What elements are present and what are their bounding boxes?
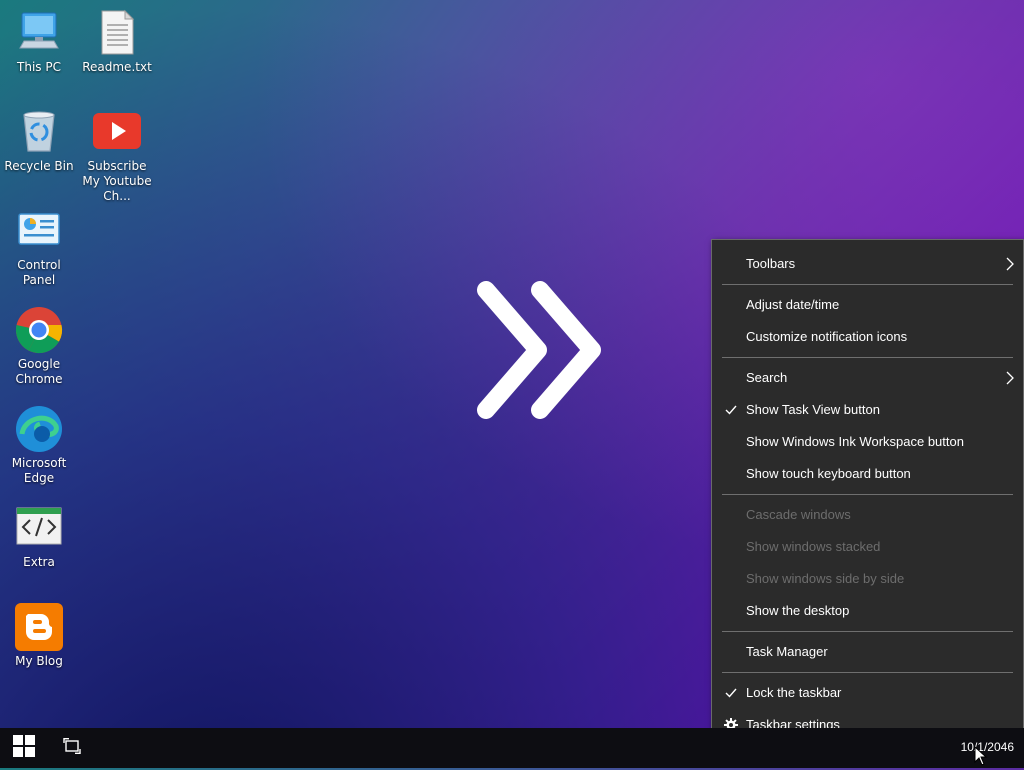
desktop-icon-readme[interactable]: Readme.txt	[78, 8, 156, 75]
menu-item-cascade-windows: Cascade windows	[712, 499, 1023, 531]
desktop-icon-label: Recycle Bin	[4, 159, 74, 173]
menu-item-label: Task Manager	[746, 644, 828, 659]
menu-separator	[722, 494, 1013, 495]
checkmark-icon	[724, 394, 738, 426]
menu-item-label: Show touch keyboard button	[746, 466, 911, 481]
desktop-icon-chrome[interactable]: Google Chrome	[0, 305, 78, 387]
menu-item-label: Cascade windows	[746, 507, 851, 522]
menu-item-task-manager[interactable]: Task Manager	[712, 636, 1023, 668]
windows-logo-icon	[13, 735, 35, 761]
taskbar-context-menu: Toolbars Adjust date/time Customize noti…	[711, 239, 1024, 749]
desktop-icon-edge[interactable]: Microsoft Edge	[0, 404, 78, 486]
youtube-icon	[92, 107, 142, 157]
menu-item-label: Show Windows Ink Workspace button	[746, 434, 964, 449]
menu-item-label: Show the desktop	[746, 603, 850, 618]
edge-icon	[14, 404, 64, 454]
menu-item-toolbars[interactable]: Toolbars	[712, 248, 1023, 280]
menu-item-adjust-date-time[interactable]: Adjust date/time	[712, 289, 1023, 321]
menu-item-show-windows-stacked: Show windows stacked	[712, 531, 1023, 563]
menu-item-label: Toolbars	[746, 256, 796, 271]
task-view-button[interactable]	[48, 728, 96, 768]
taskbar: 10/1/2046	[0, 728, 1024, 768]
desktop-icon-label: Control Panel	[17, 258, 61, 287]
desktop-icon-label: Microsoft Edge	[11, 456, 67, 485]
desktop-icon-extra[interactable]: Extra	[0, 503, 78, 570]
menu-separator	[722, 284, 1013, 285]
desktop-icon-label: My Blog	[15, 654, 63, 668]
recycle-bin-icon	[14, 107, 64, 157]
desktop-icon-this-pc[interactable]: This PC	[0, 8, 78, 75]
checkmark-icon	[724, 677, 738, 709]
menu-separator	[722, 631, 1013, 632]
control-panel-icon	[14, 206, 64, 256]
menu-item-show-windows-side-by-side: Show windows side by side	[712, 563, 1023, 595]
menu-separator	[722, 357, 1013, 358]
menu-item-lock-the-taskbar[interactable]: Lock the taskbar	[712, 677, 1023, 709]
text-file-icon	[92, 8, 142, 58]
code-icon	[14, 503, 64, 553]
chrome-icon	[14, 305, 64, 355]
desktop-icon-label: Google Chrome	[15, 357, 63, 386]
start-button[interactable]	[0, 728, 48, 768]
menu-item-label: Show windows side by side	[746, 571, 905, 586]
menu-item-customize-notification-icons[interactable]: Customize notification icons	[712, 321, 1023, 353]
mouse-cursor-icon	[974, 745, 988, 766]
menu-item-label: Show Task View button	[746, 402, 880, 417]
menu-item-search[interactable]: Search	[712, 362, 1023, 394]
desktop-icon-label: Readme.txt	[82, 60, 152, 74]
menu-item-show-windows-ink-workspace-button[interactable]: Show Windows Ink Workspace button	[712, 426, 1023, 458]
double-chevron-right-icon	[468, 280, 608, 420]
menu-item-label: Show windows stacked	[746, 539, 881, 554]
chevron-right-icon	[1005, 248, 1015, 280]
menu-item-show-task-view-button[interactable]: Show Task View button	[712, 394, 1023, 426]
desktop-icon-label: Extra	[23, 555, 55, 569]
task-view-icon	[63, 737, 81, 758]
blogger-icon	[14, 602, 64, 652]
menu-item-label: Adjust date/time	[746, 297, 840, 312]
menu-item-show-touch-keyboard-button[interactable]: Show touch keyboard button	[712, 458, 1023, 490]
menu-item-label: Search	[746, 370, 788, 385]
chevron-right-icon	[1005, 362, 1015, 394]
menu-item-label: Lock the taskbar	[746, 685, 842, 700]
desktop-icon-recycle-bin[interactable]: Recycle Bin	[0, 107, 78, 174]
menu-item-label: Customize notification icons	[746, 329, 908, 344]
desktop-icon-control-panel[interactable]: Control Panel	[0, 206, 78, 288]
desktop-icon-my-blog[interactable]: My Blog	[0, 602, 78, 669]
desktop-icon-youtube[interactable]: Subscribe My Youtube Ch...	[78, 107, 156, 204]
menu-item-show-the-desktop[interactable]: Show the desktop	[712, 595, 1023, 627]
desktop-icon-label: Subscribe My Youtube Ch...	[82, 159, 152, 203]
computer-icon	[14, 8, 64, 58]
menu-separator	[722, 672, 1013, 673]
desktop-icon-label: This PC	[17, 60, 61, 74]
